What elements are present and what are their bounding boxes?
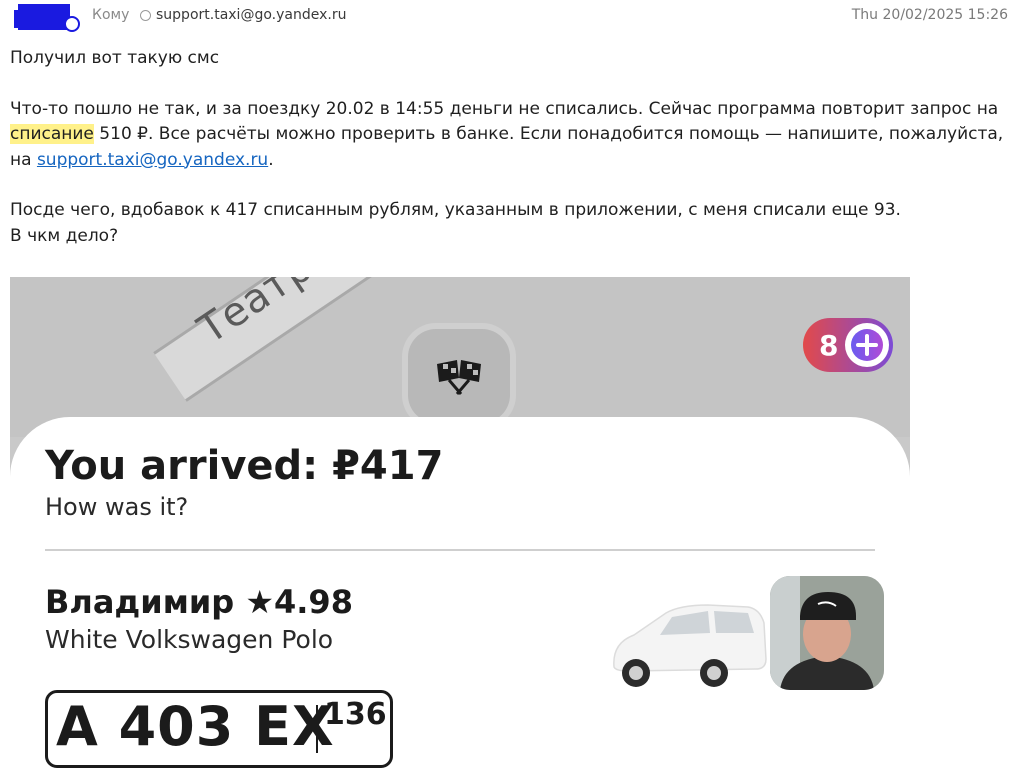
car-icon — [613, 604, 767, 687]
sms-text-part1: Что-то пошло не так, и за поездку 20.02 … — [10, 98, 999, 119]
driver-name-rating: Владимир ★4.98 — [45, 583, 353, 621]
plus-badge-number: 8 — [819, 328, 839, 362]
sender-avatar[interactable] — [14, 2, 80, 32]
taxi-app-screenshot: Театральн 8 — [10, 277, 910, 769]
plate-region: 136 — [324, 697, 387, 732]
body-line-intro: Получил вот такую смс — [10, 48, 220, 68]
arrived-title: You arrived: ₽417 — [45, 443, 444, 489]
recipient-chip[interactable]: support.taxi@go.yandex.ru — [140, 7, 346, 23]
car-description: White Volkswagen Polo — [45, 625, 334, 654]
email-body: Получил вот такую смс Что-то пошло не та… — [10, 46, 1010, 249]
destination-pin — [408, 329, 510, 423]
sms-highlight: списание — [10, 124, 94, 144]
license-plate: A 403 EX 136 — [45, 690, 393, 768]
driver-avatar-icon — [770, 576, 884, 690]
plate-separator — [316, 705, 318, 753]
plate-number: A 403 EX — [56, 695, 335, 758]
rating-prompt[interactable]: How was it? — [45, 493, 188, 521]
plus-icon — [845, 323, 889, 367]
email-header: Кому support.taxi@go.yandex.ru Thu 20/02… — [0, 0, 1014, 34]
plus-badge[interactable]: 8 — [803, 318, 893, 372]
recipient-address: support.taxi@go.yandex.ru — [156, 7, 347, 23]
body-line-complaint: Посде чего, вдобавок к 417 списанным руб… — [10, 200, 901, 220]
trip-summary-sheet: You arrived: ₽417 How was it? Владимир ★… — [10, 417, 910, 769]
map-area: Театральн 8 — [10, 277, 910, 437]
sms-text-end: . — [268, 149, 274, 170]
sent-datetime: Thu 20/02/2025 15:26 — [851, 7, 1008, 23]
finish-flags-icon — [437, 360, 481, 395]
to-label: Кому — [92, 7, 130, 23]
divider — [45, 549, 875, 551]
body-sms-quote: Что-то пошло не так, и за поездку 20.02 … — [10, 97, 1010, 174]
body-line-question: В чкм дело? — [10, 225, 119, 246]
driver-photo[interactable] — [770, 576, 884, 690]
support-email-link[interactable]: support.taxi@go.yandex.ru — [37, 150, 268, 170]
presence-icon — [140, 9, 151, 21]
